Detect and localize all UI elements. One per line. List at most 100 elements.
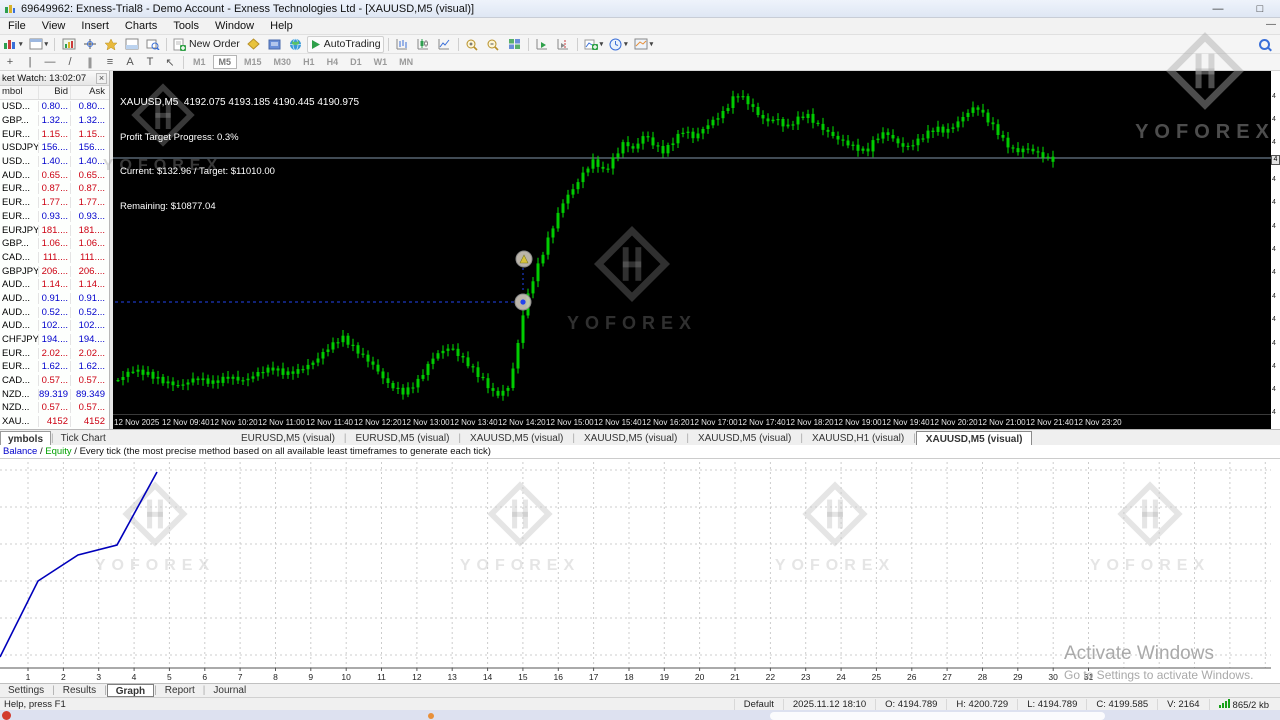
graph-x-tick: 9 bbox=[308, 672, 314, 682]
expert-advisors-icon[interactable] bbox=[244, 36, 263, 53]
maximize-button[interactable]: □ bbox=[1248, 3, 1272, 15]
trendline-icon[interactable]: / bbox=[60, 56, 80, 68]
timeframe-h1[interactable]: H1 bbox=[298, 56, 320, 68]
vertical-line-icon[interactable]: | bbox=[20, 56, 40, 68]
timeframe-m5[interactable]: M5 bbox=[212, 55, 238, 69]
chart-tab[interactable]: XAUUSD,H1 (visual) bbox=[803, 431, 913, 446]
market-watch-toggle[interactable] bbox=[59, 36, 78, 53]
market-watch-row[interactable]: EUR... 2.02... 2.02... bbox=[0, 346, 109, 361]
line-chart-icon[interactable] bbox=[435, 36, 454, 53]
navigator-toggle[interactable] bbox=[101, 36, 120, 53]
market-watch-row[interactable]: EUR... 0.87... 0.87... bbox=[0, 182, 109, 196]
market-watch-row[interactable]: CAD... 0.57... 0.57... bbox=[0, 373, 109, 388]
market-watch-row[interactable]: EUR... 0.93... 0.93... bbox=[0, 209, 109, 224]
menu-charts[interactable]: Charts bbox=[117, 19, 165, 33]
market-watch-row[interactable]: AUD... 0.52... 0.52... bbox=[0, 305, 109, 319]
text-icon[interactable]: A bbox=[120, 56, 140, 68]
candlestick-chart-icon[interactable] bbox=[414, 36, 433, 53]
zoom-in-icon[interactable] bbox=[463, 36, 482, 53]
timeframe-d1[interactable]: D1 bbox=[345, 56, 367, 68]
auto-scroll-icon[interactable] bbox=[533, 36, 552, 53]
channel-icon[interactable]: ∥ bbox=[80, 56, 100, 69]
market-watch-row[interactable]: EUR... 1.77... 1.77... bbox=[0, 195, 109, 210]
chart-tab[interactable]: EURUSD,M5 (visual) bbox=[347, 431, 459, 446]
timeframe-mn[interactable]: MN bbox=[394, 56, 418, 68]
crosshair-icon[interactable]: + bbox=[0, 56, 20, 68]
chart-tab[interactable]: XAUUSD,M5 (visual) bbox=[915, 430, 1033, 446]
timeframe-m1[interactable]: M1 bbox=[188, 56, 211, 68]
tester-tab-graph[interactable]: Graph bbox=[106, 684, 155, 697]
menu-help[interactable]: Help bbox=[262, 19, 301, 33]
market-watch-row[interactable]: AUD... 0.91... 0.91... bbox=[0, 291, 109, 306]
market-watch-row[interactable]: NZD... 89.319 89.349 bbox=[0, 387, 109, 402]
zoom-out-icon[interactable] bbox=[484, 36, 503, 53]
market-watch-row[interactable]: AUD... 0.65... 0.65... bbox=[0, 168, 109, 183]
market-watch-row[interactable]: USD... 0.80... 0.80... bbox=[0, 100, 109, 114]
tester-tab-journal[interactable]: Journal bbox=[205, 684, 254, 697]
market-watch-row[interactable]: CHFJPY 194.... 194.... bbox=[0, 332, 109, 347]
chart-tab[interactable]: XAUUSD,M5 (visual) bbox=[575, 431, 686, 446]
chart-tab[interactable]: XAUUSD,M5 (visual) bbox=[461, 431, 572, 446]
menu-file[interactable]: File bbox=[0, 19, 34, 33]
taskbar[interactable] bbox=[0, 710, 1280, 720]
text-label-icon[interactable]: T bbox=[140, 56, 160, 68]
market-watch-row[interactable]: AUD... 102.... 102.... bbox=[0, 319, 109, 333]
time-axis-label: 12 Nov 15:40 bbox=[594, 418, 642, 427]
bar-chart-icon[interactable] bbox=[393, 36, 412, 53]
close-icon[interactable]: × bbox=[96, 72, 107, 84]
market-watch-tab-ymbols[interactable]: ymbols bbox=[0, 430, 52, 446]
templates-button[interactable]: ▾ bbox=[632, 36, 656, 53]
new-order-button[interactable]: New Order bbox=[171, 36, 242, 53]
strategy-tester-toggle[interactable] bbox=[143, 36, 162, 53]
menu-view[interactable]: View bbox=[34, 19, 74, 33]
arrows-icon[interactable]: ↖ bbox=[160, 56, 180, 69]
menu-insert[interactable]: Insert bbox=[73, 19, 117, 33]
tile-windows-icon[interactable] bbox=[505, 36, 524, 53]
taskbar-app-icon[interactable] bbox=[2, 711, 11, 720]
data-window-toggle[interactable] bbox=[80, 36, 99, 53]
metaeditor-icon[interactable] bbox=[265, 36, 284, 53]
timeframe-m15[interactable]: M15 bbox=[239, 56, 267, 68]
market-watch-row[interactable]: AUD... 1.14... 1.14... bbox=[0, 277, 109, 292]
horizontal-line-icon[interactable]: — bbox=[40, 56, 60, 68]
market-watch-row[interactable]: USD... 1.40... 1.40... bbox=[0, 154, 109, 169]
time-axis-label: 12 Nov 17:40 bbox=[738, 418, 786, 427]
tester-tab-results[interactable]: Results bbox=[55, 684, 104, 697]
market-watch-tab-tick-chart[interactable]: Tick Chart bbox=[54, 431, 113, 446]
price-axis-label: 4 bbox=[1272, 269, 1276, 276]
chart-shift-icon[interactable] bbox=[554, 36, 573, 53]
chart-tab[interactable]: EURUSD,M5 (visual) bbox=[232, 431, 344, 446]
market-watch-row[interactable]: GBPJPY 206.... 206.... bbox=[0, 264, 109, 278]
search-icon[interactable] bbox=[1255, 36, 1274, 53]
market-watch-row[interactable]: USDJPY 156.... 156.... bbox=[0, 141, 109, 155]
timeframe-h4[interactable]: H4 bbox=[322, 56, 344, 68]
market-watch-row[interactable]: XAU... 4152 4152 bbox=[0, 414, 109, 429]
profiles-button[interactable]: ▾ bbox=[27, 36, 51, 53]
market-watch-row[interactable]: GBP... 1.32... 1.32... bbox=[0, 113, 109, 128]
chart-tab[interactable]: XAUUSD,M5 (visual) bbox=[689, 431, 800, 446]
tester-tab-report[interactable]: Report bbox=[157, 684, 203, 697]
indicators-button[interactable]: ▾ bbox=[582, 36, 606, 53]
child-minimize-button[interactable]: — bbox=[1266, 19, 1276, 30]
menu-window[interactable]: Window bbox=[207, 19, 262, 33]
minimize-button[interactable]: — bbox=[1206, 3, 1230, 15]
time-axis[interactable]: 12 Nov 2025 12 Nov 09:40 12 Nov 10:20 12 No… bbox=[113, 414, 1271, 429]
market-watch-row[interactable]: EUR... 1.62... 1.62... bbox=[0, 360, 109, 374]
market-watch-row[interactable]: CAD... 111.... 111.... bbox=[0, 250, 109, 265]
terminal-toggle[interactable] bbox=[122, 36, 141, 53]
market-watch-row[interactable]: GBP... 1.06... 1.06... bbox=[0, 236, 109, 251]
timeframe-m30[interactable]: M30 bbox=[269, 56, 297, 68]
price-axis[interactable]: 4 4 4 4 4 4 4 4 4 4 4 4 4 4 4 bbox=[1271, 71, 1280, 429]
menu-tools[interactable]: Tools bbox=[165, 19, 207, 33]
new-chart-button[interactable]: ▾ bbox=[1, 36, 25, 53]
taskbar-center-pill[interactable] bbox=[770, 712, 1105, 720]
fibonacci-icon[interactable]: ≡ bbox=[100, 56, 120, 68]
community-icon[interactable] bbox=[286, 36, 305, 53]
market-watch-row[interactable]: NZD... 0.57... 0.57... bbox=[0, 401, 109, 415]
timeframe-w1[interactable]: W1 bbox=[369, 56, 393, 68]
market-watch-row[interactable]: EURJPY 181.... 181.... bbox=[0, 223, 109, 237]
periods-button[interactable]: ▾ bbox=[607, 36, 630, 53]
autotrading-button[interactable]: AutoTrading bbox=[306, 35, 384, 53]
market-watch-row[interactable]: EUR... 1.15... 1.15... bbox=[0, 127, 109, 142]
tester-tab-settings[interactable]: Settings bbox=[0, 684, 52, 697]
